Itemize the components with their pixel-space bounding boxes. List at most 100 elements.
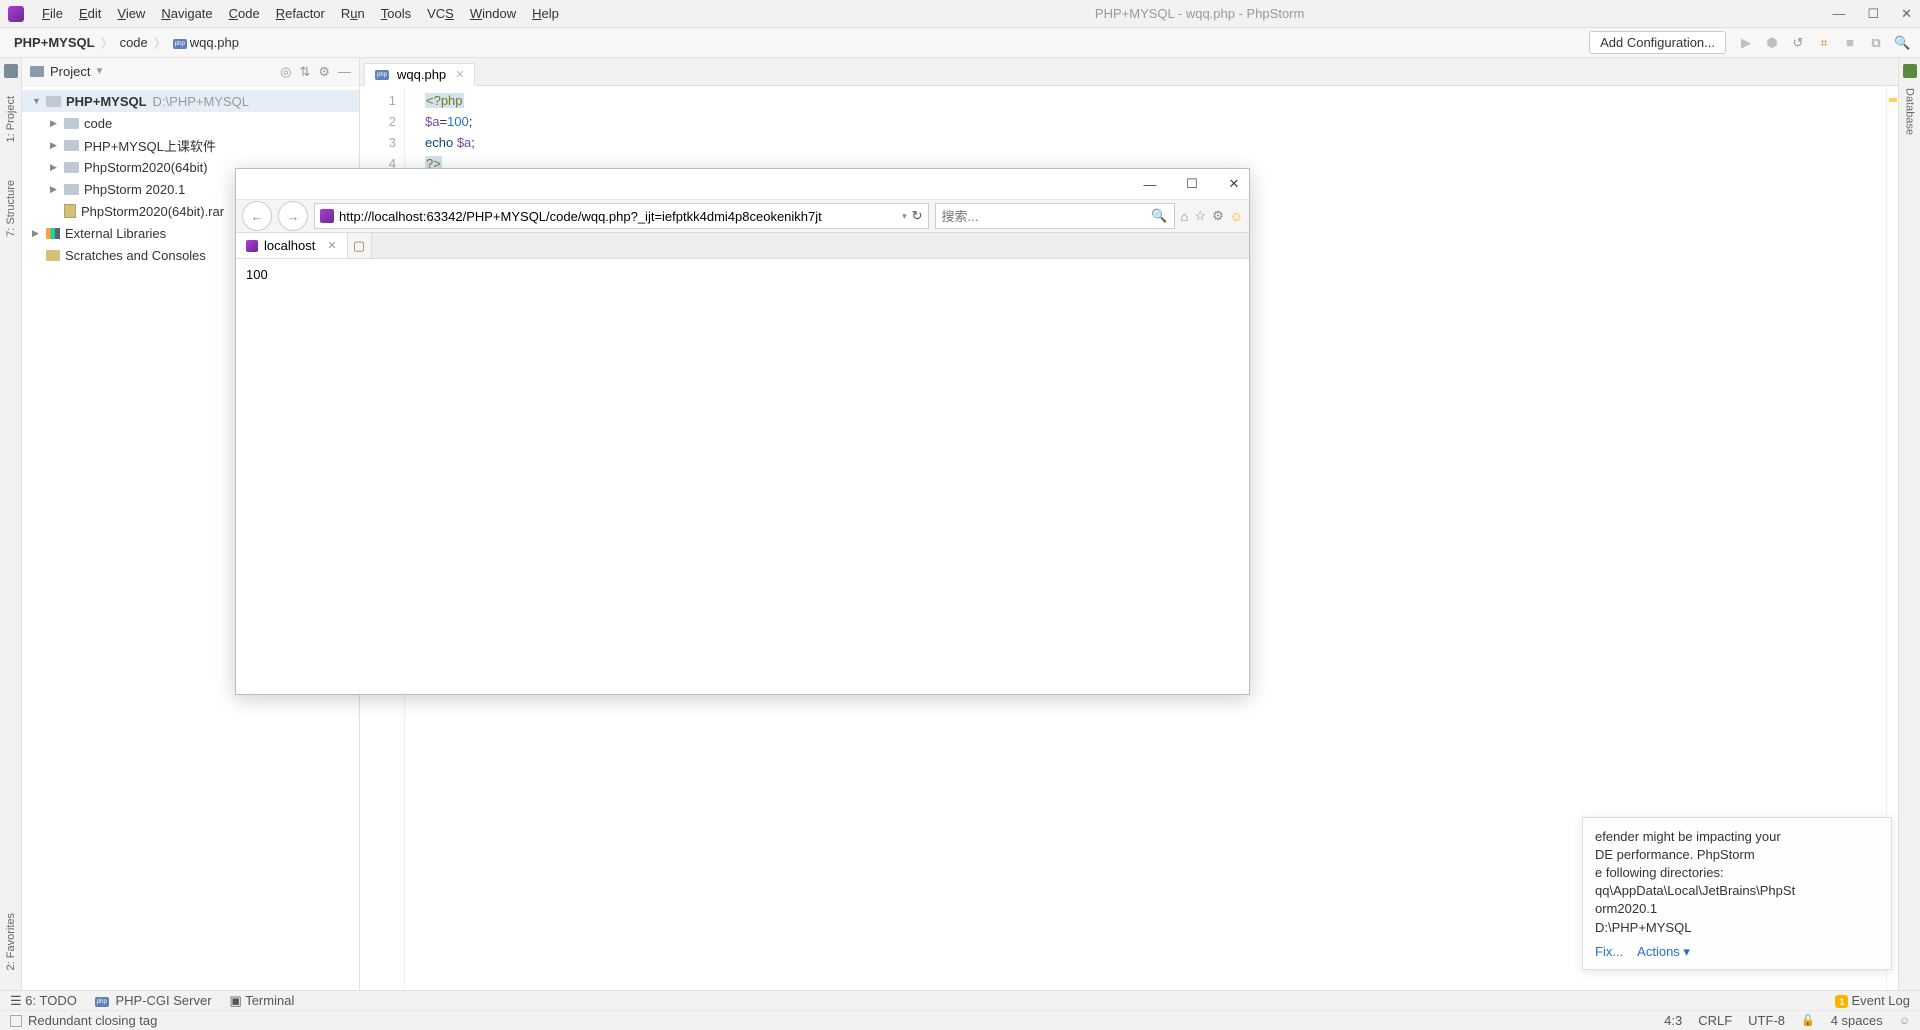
readonly-lock-icon[interactable]: 🔓 [1801, 1014, 1815, 1027]
menu-vcs[interactable]: VCS [419, 6, 462, 21]
archive-icon [64, 204, 76, 218]
layout-icon[interactable]: ⧉ [1868, 35, 1884, 51]
editor-tab-label: wqq.php [397, 67, 446, 82]
debug-icon[interactable]: ⬢ [1764, 35, 1780, 51]
left-tool-strip: 1: Project 7: Structure 2: Favorites [0, 58, 22, 990]
browser-close-button[interactable]: ✕ [1225, 176, 1243, 192]
menu-file[interactable]: File [34, 6, 71, 21]
folder-icon [46, 96, 61, 107]
breadcrumb-folder[interactable]: code [116, 35, 152, 50]
libraries-icon [46, 228, 60, 239]
expand-icon[interactable]: ⇅ [299, 64, 310, 80]
search-icon[interactable]: 🔍 [1151, 208, 1167, 224]
warning-marker-icon[interactable] [1889, 98, 1897, 102]
tree-item-label: PhpStorm 2020.1 [84, 182, 185, 197]
home-icon[interactable]: ⌂ [1181, 209, 1189, 224]
status-hint-icon[interactable] [10, 1015, 22, 1027]
feedback-icon[interactable]: ☺ [1230, 209, 1243, 224]
line-separator[interactable]: CRLF [1698, 1013, 1732, 1028]
editor-tab-wqq[interactable]: php wqq.php ✕ [364, 63, 475, 86]
expand-arrow-icon[interactable]: ▼ [32, 96, 46, 106]
chevron-down-icon[interactable]: ▼ [94, 66, 104, 77]
breadcrumb-root[interactable]: PHP+MYSQL [10, 35, 99, 50]
status-message: Redundant closing tag [28, 1013, 157, 1028]
project-panel-title[interactable]: Project [50, 64, 90, 79]
toolbar: PHP+MYSQL 〉 code 〉 phpwqq.php Add Config… [0, 28, 1920, 58]
menu-view[interactable]: View [109, 6, 153, 21]
fix-link[interactable]: Fix... [1595, 943, 1623, 961]
menu-code[interactable]: Code [221, 6, 268, 21]
actions-link[interactable]: Actions ▾ [1637, 943, 1690, 961]
project-tool-icon[interactable] [4, 64, 18, 78]
left-tab-project[interactable]: 1: Project [5, 96, 17, 142]
terminal-toolwindow[interactable]: ▣ Terminal [230, 993, 295, 1009]
browser-search-input[interactable] [942, 209, 1152, 224]
address-bar[interactable]: ▾ ↻ [314, 203, 929, 229]
menu-navigate[interactable]: Navigate [153, 6, 220, 21]
browser-tab-title: localhost [264, 238, 315, 253]
locate-icon[interactable]: ◎ [280, 64, 291, 80]
browser-search-bar[interactable]: 🔍 [935, 203, 1175, 229]
status-bar: Redundant closing tag 4:3 CRLF UTF-8 🔓 4… [0, 1010, 1920, 1030]
tree-root-name: PHP+MYSQL [66, 94, 147, 109]
php-file-icon: php [375, 70, 389, 80]
browser-tab-localhost[interactable]: localhost ✕ [236, 233, 348, 258]
left-tab-favorites[interactable]: 2: Favorites [5, 913, 17, 970]
favorites-icon[interactable]: ☆ [1194, 208, 1206, 224]
phpcgi-toolwindow[interactable]: php PHP-CGI Server [95, 993, 212, 1008]
cursor-position[interactable]: 4:3 [1664, 1013, 1682, 1028]
tree-item-label: Scratches and Consoles [65, 248, 206, 263]
left-tab-structure[interactable]: 7: Structure [5, 180, 17, 237]
new-tab-button[interactable]: ▢ [348, 233, 372, 258]
database-tool-icon[interactable] [1903, 64, 1917, 78]
browser-titlebar[interactable]: — ☐ ✕ [236, 169, 1249, 199]
close-tab-icon[interactable]: ✕ [455, 68, 464, 81]
tree-item-label: PhpStorm2020(64bit).rar [81, 204, 224, 219]
tools-icon[interactable]: ⚙ [1212, 208, 1224, 224]
tree-item-label: External Libraries [65, 226, 166, 241]
close-button[interactable]: ✕ [1901, 6, 1912, 22]
add-configuration-button[interactable]: Add Configuration... [1589, 31, 1726, 54]
tree-root-path: D:\PHP+MYSQL [153, 94, 249, 109]
menu-window[interactable]: Window [462, 6, 524, 21]
browser-window: — ☐ ✕ ← → ▾ ↻ 🔍 ⌂ ☆ ⚙ ☺ localhost ✕ ▢ [235, 168, 1250, 695]
php-icon: php [95, 997, 109, 1007]
maximize-button[interactable]: ☐ [1867, 6, 1879, 22]
coverage-icon[interactable]: ↺ [1790, 35, 1806, 51]
inspections-icon[interactable]: ☺ [1899, 1015, 1910, 1027]
right-tab-database[interactable]: Database [1904, 88, 1916, 135]
url-input[interactable] [339, 209, 897, 224]
todo-toolwindow[interactable]: ☰ 6: TODO [10, 993, 77, 1009]
indent-setting[interactable]: 4 spaces [1831, 1013, 1883, 1028]
tool-window-bar: ☰ 6: TODO php PHP-CGI Server ▣ Terminal … [0, 990, 1920, 1010]
stop-icon[interactable]: ■ [1842, 35, 1858, 50]
eventlog-toolwindow[interactable]: 1Event Log [1835, 993, 1910, 1009]
forward-button[interactable]: → [278, 201, 308, 231]
browser-maximize-button[interactable]: ☐ [1183, 176, 1201, 192]
structure-icon[interactable]: ⌗ [1816, 35, 1832, 51]
close-tab-icon[interactable]: ✕ [327, 239, 336, 252]
tree-root[interactable]: ▼ PHP+MYSQL D:\PHP+MYSQL [22, 90, 359, 112]
window-title: PHP+MYSQL - wqq.php - PhpStorm [567, 6, 1833, 21]
minimize-button[interactable]: — [1832, 6, 1845, 22]
menu-tools[interactable]: Tools [373, 6, 419, 21]
reload-icon[interactable]: ↻ [912, 208, 923, 224]
run-icon[interactable]: ▶ [1738, 35, 1754, 51]
search-icon[interactable]: 🔍 [1894, 35, 1910, 51]
tree-item-software[interactable]: ▶PHP+MYSQL上课软件 [22, 134, 359, 156]
menu-run[interactable]: Run [333, 6, 373, 21]
menu-refactor[interactable]: Refactor [268, 6, 333, 21]
notification-text: efender might be impacting your [1595, 828, 1879, 846]
settings-icon[interactable]: ⚙ [318, 64, 330, 80]
tree-item-code[interactable]: ▶code [22, 112, 359, 134]
back-button[interactable]: ← [242, 201, 272, 231]
menu-help[interactable]: Help [524, 6, 567, 21]
notification-text: D:\PHP+MYSQL [1595, 919, 1879, 937]
browser-minimize-button[interactable]: — [1141, 177, 1159, 192]
menu-edit[interactable]: Edit [71, 6, 109, 21]
file-encoding[interactable]: UTF-8 [1748, 1013, 1785, 1028]
address-dropdown-icon[interactable]: ▾ [902, 211, 907, 222]
breadcrumb-file[interactable]: phpwqq.php [169, 35, 243, 50]
hide-icon[interactable]: — [338, 64, 351, 80]
breadcrumb: PHP+MYSQL 〉 code 〉 phpwqq.php [10, 33, 243, 52]
